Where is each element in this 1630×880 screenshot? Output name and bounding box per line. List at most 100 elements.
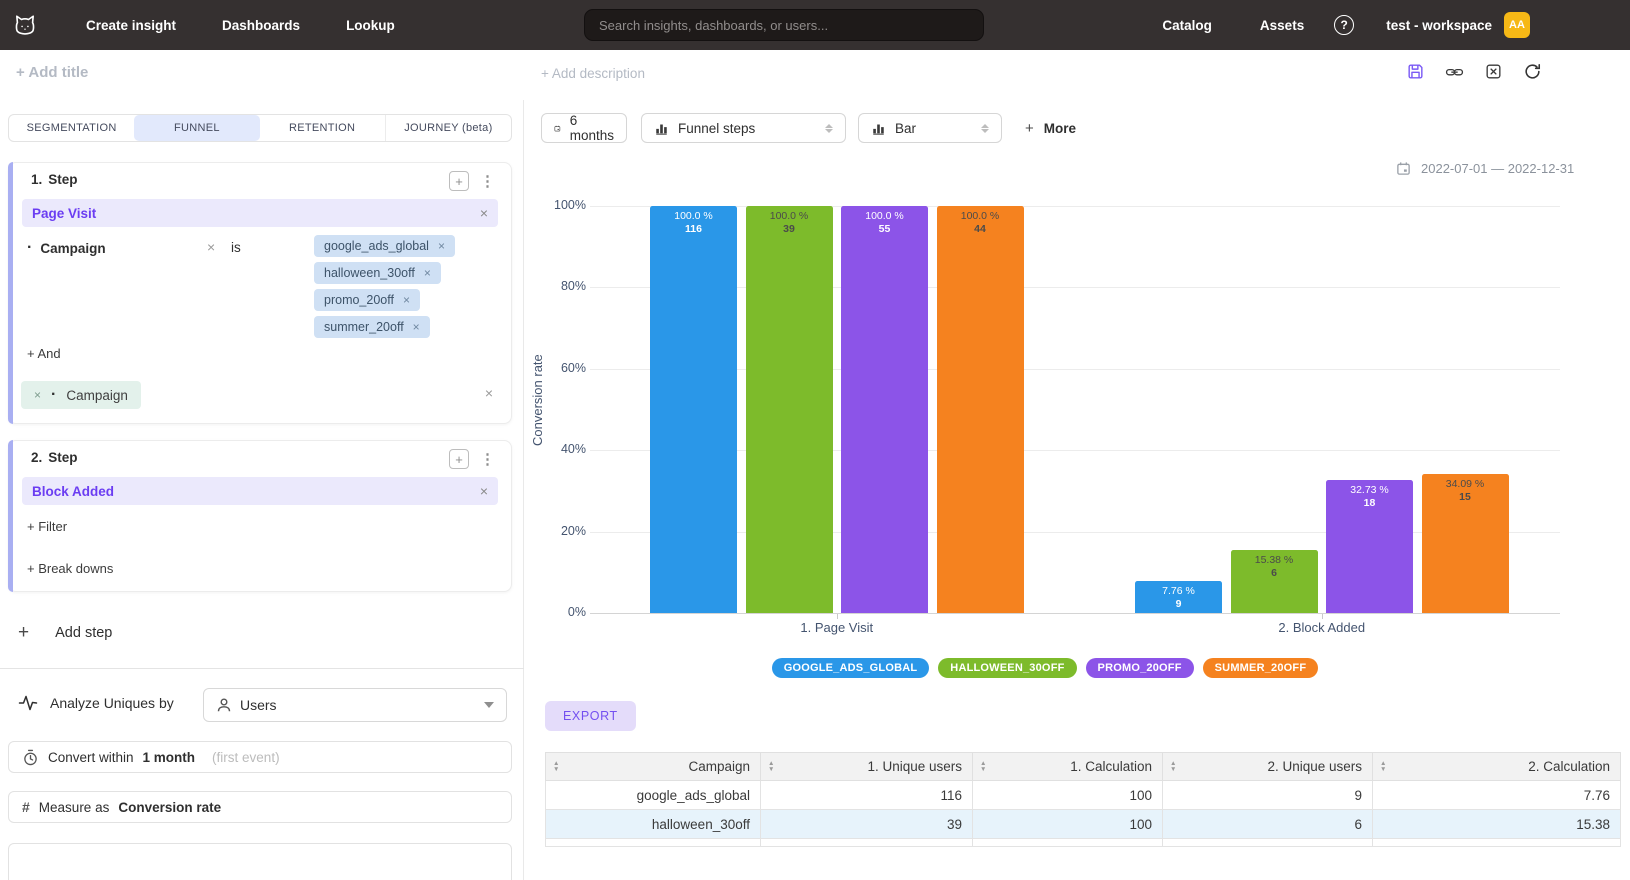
column-header-1-unique-users[interactable]: ▲▼1. Unique users — [761, 753, 973, 781]
chip-label: promo_20off — [324, 293, 394, 307]
sort-icon[interactable]: ▲▼ — [768, 761, 774, 773]
funnel-bar-promo-20off-2-block-added[interactable]: 32.73 %18 — [1326, 480, 1413, 613]
event-name[interactable]: Page Visit — [32, 206, 96, 221]
sort-icon[interactable]: ▲▼ — [1380, 761, 1386, 773]
table-cell: 15.38 — [1373, 810, 1621, 839]
nav-item-catalog[interactable]: Catalog — [1162, 18, 1212, 33]
clear-close-icon[interactable] — [1484, 62, 1503, 81]
analyze-entity-select[interactable]: Users — [203, 688, 507, 722]
export-button[interactable]: EXPORT — [545, 701, 636, 731]
add-title-button[interactable]: + Add title — [16, 64, 88, 81]
avatar[interactable]: AA — [1504, 12, 1530, 38]
filter-value-chip[interactable]: google_ads_global× — [314, 235, 455, 257]
conversion-window-box[interactable]: Convert within 1 month (first event) — [8, 741, 512, 773]
column-header-1-calculation[interactable]: ▲▼1. Calculation — [973, 753, 1163, 781]
analyze-entity-value: Users — [240, 697, 277, 713]
legend-chip-halloween-30off[interactable]: HALLOWEEN_30OFF — [938, 658, 1076, 678]
measure-prefix: Measure as — [39, 800, 110, 815]
event-row[interactable]: Block Added × — [22, 477, 498, 505]
legend-chip-promo-20off[interactable]: PROMO_20OFF — [1086, 658, 1194, 678]
chip-remove-icon[interactable]: × — [424, 266, 431, 280]
breakdown-pill[interactable]: × · Campaign — [21, 381, 141, 409]
search-input[interactable] — [584, 9, 984, 41]
convert-prefix: Convert within — [48, 750, 134, 765]
group-by-select[interactable]: Funnel steps — [641, 113, 846, 143]
filter-value-chip[interactable]: halloween_30off× — [314, 262, 441, 284]
event-name[interactable]: Block Added — [32, 484, 114, 499]
bar-percent-label: 100.0 % — [961, 210, 1000, 222]
nav-item-dashboards[interactable]: Dashboards — [222, 18, 300, 33]
add-event-icon[interactable]: + — [449, 171, 469, 191]
chip-remove-icon[interactable]: × — [413, 320, 420, 334]
chart-type-select[interactable]: Bar — [858, 113, 1002, 143]
funnel-bar-promo-20off-1-page-visit[interactable]: 100.0 %55 — [841, 206, 928, 613]
column-header-label: 2. Unique users — [1267, 759, 1362, 774]
workspace-switcher[interactable]: test - workspace — [1386, 18, 1492, 33]
table-cell — [546, 839, 761, 847]
x-axis-line — [590, 613, 1560, 614]
step-2-header: 2. Step — [31, 450, 78, 465]
chip-remove-icon[interactable]: × — [403, 293, 410, 307]
funnel-step-1-card: 1. Step + ⋮ Page Visit × · Campaign × is… — [8, 162, 512, 424]
event-row[interactable]: Page Visit × — [22, 199, 498, 227]
date-range[interactable]: 2022-07-01 — 2022-12-31 — [1396, 161, 1574, 176]
nav-item-create-insight[interactable]: Create insight — [86, 18, 176, 33]
brand-cat-logo-icon[interactable] — [10, 10, 40, 40]
refresh-icon[interactable] — [1523, 62, 1542, 81]
funnel-bar-summer-20off-1-page-visit[interactable]: 100.0 %44 — [937, 206, 1024, 613]
time-window-button[interactable]: 6 months — [541, 113, 627, 143]
filter-value-chip[interactable]: summer_20off× — [314, 316, 430, 338]
legend-chip-google-ads-global[interactable]: GOOGLE_ADS_GLOBAL — [772, 658, 930, 678]
more-button[interactable]: + More — [1025, 113, 1076, 143]
remove-event-icon[interactable]: × — [480, 483, 488, 499]
step-menu-icon[interactable]: ⋮ — [480, 172, 495, 190]
filter-property[interactable]: Campaign — [40, 241, 105, 256]
column-header-2-calculation[interactable]: ▲▼2. Calculation — [1373, 753, 1621, 781]
bullet-icon: · — [51, 386, 56, 404]
remove-breakdown-row-icon[interactable]: × — [485, 385, 493, 401]
column-header-2-unique-users[interactable]: ▲▼ 2. Unique users — [1163, 753, 1373, 781]
sort-icon[interactable]: ▲▼ — [980, 761, 986, 773]
funnel-bar-google-ads-global-1-page-visit[interactable]: 100.0 %116 — [650, 206, 737, 613]
remove-event-icon[interactable]: × — [480, 205, 488, 221]
filter-operator[interactable]: is — [231, 240, 241, 255]
sort-icon[interactable]: ▲▼ — [1170, 761, 1176, 773]
measure-box[interactable]: # Measure as Conversion rate — [8, 791, 512, 823]
bar-count-label: 9 — [1135, 598, 1222, 611]
remove-filter-icon[interactable]: × — [207, 239, 215, 255]
remove-breakdown-icon[interactable]: × — [34, 388, 41, 402]
add-breakdown-link[interactable]: + Break downs — [27, 561, 113, 576]
y-tick-label: 20% — [536, 524, 586, 538]
sort-icon[interactable]: ▲▼ — [553, 761, 559, 773]
add-event-icon[interactable]: + — [449, 449, 469, 469]
column-header-campaign[interactable]: ▲▼Campaign — [546, 753, 761, 781]
chip-remove-icon[interactable]: × — [438, 239, 445, 253]
convert-value[interactable]: 1 month — [143, 750, 196, 765]
nav-item-assets[interactable]: Assets — [1260, 18, 1304, 33]
tab-funnel[interactable]: FUNNEL — [134, 115, 259, 141]
breakdown-property[interactable]: Campaign — [66, 388, 128, 403]
x-tick-mark — [837, 614, 838, 619]
funnel-bar-halloween-30off-1-page-visit[interactable]: 100.0 %39 — [746, 206, 833, 613]
tab-retention[interactable]: RETENTION — [260, 115, 385, 141]
copy-link-icon[interactable] — [1445, 62, 1464, 81]
table-cell — [1373, 839, 1621, 847]
legend-chip-summer-20off[interactable]: SUMMER_20OFF — [1203, 658, 1319, 678]
save-icon[interactable] — [1406, 62, 1425, 81]
help-icon[interactable]: ? — [1334, 15, 1354, 35]
tab-segmentation[interactable]: SEGMENTATION — [9, 115, 134, 141]
step-menu-icon[interactable]: ⋮ — [480, 450, 495, 468]
add-filter-link[interactable]: + Filter — [27, 519, 67, 534]
nav-item-lookup[interactable]: Lookup — [346, 18, 395, 33]
tab-journey-beta[interactable]: JOURNEY (beta) — [385, 115, 511, 141]
measure-value[interactable]: Conversion rate — [118, 800, 221, 815]
table-row-halloween-30off: halloween_30off39100615.38 — [546, 810, 1621, 839]
funnel-bar-halloween-30off-2-block-added[interactable]: 15.38 %6 — [1231, 550, 1318, 613]
pulse-icon — [18, 693, 38, 713]
funnel-bar-summer-20off-2-block-added[interactable]: 34.09 %15 — [1422, 474, 1509, 613]
funnel-bar-google-ads-global-2-block-added[interactable]: 7.76 %9 — [1135, 581, 1222, 613]
filter-value-chip[interactable]: promo_20off × — [314, 289, 420, 311]
add-description-button[interactable]: + Add description — [541, 66, 645, 81]
add-and-filter-link[interactable]: + And — [27, 346, 61, 361]
add-step-button[interactable]: + Add step — [18, 622, 112, 644]
